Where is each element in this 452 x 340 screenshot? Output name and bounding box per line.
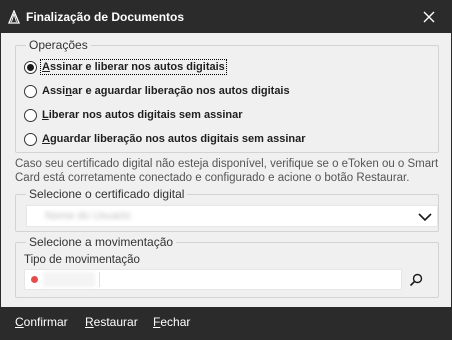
radio-button[interactable] — [24, 108, 37, 122]
radio-button-checked[interactable] — [24, 60, 37, 74]
option-sign-and-release[interactable]: Assinar e liberar nos autos digitais — [24, 58, 227, 76]
window-title: Finalização de Documentos — [26, 10, 185, 24]
option-label: Liberar nos autos digitais sem assinar — [42, 109, 243, 121]
required-field-indicator — [31, 276, 38, 283]
close-button[interactable]: Fechar — [153, 315, 190, 329]
close-icon — [423, 11, 435, 23]
radio-button[interactable] — [24, 132, 37, 146]
app-logo-icon — [8, 10, 20, 24]
movement-code-field[interactable] — [43, 272, 95, 287]
option-label: Aguardar liberação nos autos digitais se… — [42, 133, 306, 145]
option-sign-and-wait-release[interactable]: Assinar e aguardar liberação nos autos d… — [24, 82, 290, 100]
chevron-down-icon — [418, 213, 432, 222]
footer-bar: Confirmar Restaurar Fechar — [1, 307, 451, 339]
radio-button[interactable] — [24, 84, 37, 98]
option-release-without-sign[interactable]: Liberar nos autos digitais sem assinar — [24, 106, 243, 124]
certificate-select[interactable]: Nome do Usuario — [26, 205, 438, 227]
option-label: Assinar e liberar nos autos digitais — [40, 59, 227, 75]
movement-type-label: Tipo de movimentação — [24, 254, 140, 266]
option-label: Assinar e aguardar liberação nos autos d… — [42, 85, 290, 97]
search-icon — [409, 273, 423, 286]
movement-search-button[interactable] — [404, 269, 428, 290]
title-bar: Finalização de Documentos — [1, 1, 451, 33]
certificate-selected-value: Nome do Usuario — [45, 210, 131, 222]
dialog-window: Finalização de Documentos Operações Assi… — [0, 0, 452, 340]
movement-legend: Selecione a movimentação — [26, 235, 177, 249]
certificate-legend: Selecione o certificado digital — [26, 187, 188, 201]
operations-group: Operações Assinar e liberar nos autos di… — [15, 38, 439, 153]
restore-button[interactable]: Restaurar — [85, 315, 138, 329]
movement-group: Selecione a movimentação Tipo de movimen… — [15, 235, 439, 298]
close-window-button[interactable] — [407, 1, 451, 33]
operations-legend: Operações — [26, 38, 91, 52]
confirm-button[interactable]: Confirmar — [15, 315, 68, 329]
certificate-info-text: Caso seu certificado digital não esteja … — [15, 158, 439, 184]
certificate-group: Selecione o certificado digital Nome do … — [15, 187, 439, 232]
option-wait-release-without-sign[interactable]: Aguardar liberação nos autos digitais se… — [24, 130, 306, 148]
field-divider — [99, 272, 100, 287]
movement-type-input[interactable] — [24, 269, 402, 290]
